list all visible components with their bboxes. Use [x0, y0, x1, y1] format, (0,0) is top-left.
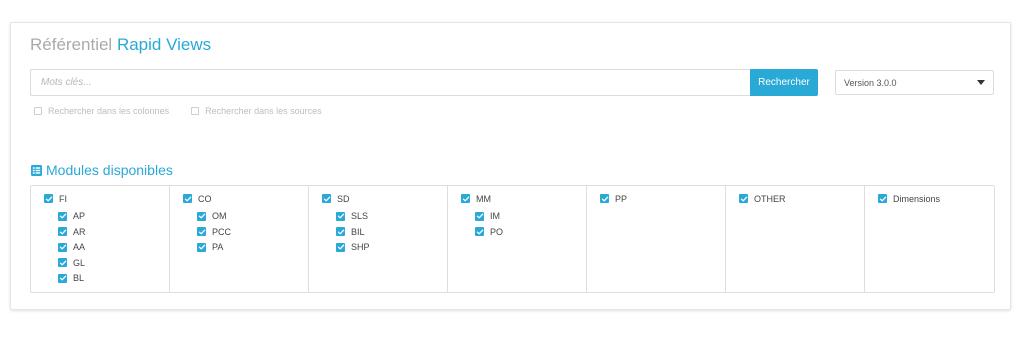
check-icon[interactable] [58, 227, 67, 237]
module-label: PP [615, 193, 628, 204]
search-options: Rechercher dans les colonnes Rechercher … [34, 106, 322, 116]
module-item-checkbox[interactable]: BIL [309, 224, 447, 240]
search-bar: Rechercher [30, 69, 819, 96]
check-icon[interactable] [44, 194, 53, 204]
list-icon [31, 164, 42, 176]
check-icon[interactable] [739, 194, 748, 204]
modules-heading: Modules disponibles [31, 162, 173, 178]
module-item-checkbox[interactable]: OM [170, 209, 308, 225]
module-item-checkbox[interactable]: PO [448, 224, 586, 240]
module-label: PCC [212, 226, 232, 237]
page-title-main: Rapid Views [116, 35, 212, 54]
version-select-value: Version 3.0.0 [844, 77, 897, 88]
module-item-checkbox[interactable]: SHP [309, 240, 447, 256]
module-label: AR [73, 226, 86, 237]
module-label: Dimensions [893, 193, 941, 204]
module-group-checkbox[interactable]: FI [31, 191, 169, 207]
search-button[interactable]: Rechercher [750, 69, 818, 96]
module-item-checkbox[interactable]: AA [31, 240, 169, 256]
search-columns-option[interactable]: Rechercher dans les colonnes [34, 106, 169, 116]
check-icon[interactable] [322, 194, 331, 204]
module-column: Dimensions [865, 186, 994, 292]
check-icon[interactable] [58, 258, 67, 268]
module-column: SD SLS BIL SHP [309, 186, 448, 292]
module-label: CO [198, 193, 212, 204]
module-group-checkbox[interactable]: SD [309, 191, 447, 207]
module-label: OTHER [754, 193, 786, 204]
check-icon[interactable] [336, 211, 345, 221]
check-icon[interactable] [336, 227, 345, 237]
module-column: OTHER [726, 186, 865, 292]
module-label: BL [73, 273, 85, 284]
check-icon[interactable] [475, 227, 484, 237]
module-item-checkbox[interactable]: AR [31, 224, 169, 240]
check-icon[interactable] [197, 211, 206, 221]
module-label: PO [490, 226, 504, 237]
module-group-checkbox[interactable]: OTHER [726, 191, 864, 207]
search-sources-checkbox[interactable] [191, 107, 200, 115]
module-label: SD [337, 193, 350, 204]
modules-title: Modules disponibles [46, 162, 173, 178]
module-column: PP [587, 186, 726, 292]
check-icon[interactable] [336, 242, 345, 252]
module-item-checkbox[interactable]: GL [31, 255, 169, 271]
module-item-checkbox[interactable]: AP [31, 209, 169, 225]
module-group-checkbox[interactable]: CO [170, 191, 308, 207]
module-label: OM [212, 211, 227, 222]
chevron-down-icon [977, 80, 985, 85]
module-column: FI AP AR AA GL BL [31, 186, 170, 292]
check-icon[interactable] [475, 211, 484, 221]
modules-grid: FI AP AR AA GL BL CO OM PCC PA SD SLS BIL SHP MM IM PO PP… [30, 185, 995, 293]
module-column: MM IM PO [448, 186, 587, 292]
module-label: MM [476, 193, 491, 204]
search-sources-label: Rechercher dans les sources [205, 106, 322, 116]
module-label: SHP [351, 242, 370, 253]
check-icon[interactable] [183, 194, 192, 204]
module-item-checkbox[interactable]: BL [31, 271, 169, 287]
search-input[interactable] [30, 69, 750, 96]
referential-card: Référentiel Rapid Views Rechercher Versi… [10, 22, 1011, 310]
page-title-prefix: Référentiel [30, 35, 113, 54]
search-columns-label: Rechercher dans les colonnes [48, 106, 170, 116]
search-columns-checkbox[interactable] [34, 107, 42, 115]
module-group-checkbox[interactable]: PP [587, 191, 725, 207]
module-label: BIL [351, 226, 365, 237]
module-label: PA [212, 242, 224, 253]
module-group-checkbox[interactable]: Dimensions [865, 191, 994, 207]
module-label: AP [73, 211, 86, 222]
page-title: Référentiel Rapid Views [30, 35, 211, 55]
check-icon[interactable] [58, 242, 67, 252]
module-label: AA [73, 242, 86, 253]
module-item-checkbox[interactable]: SLS [309, 209, 447, 225]
module-label: FI [59, 193, 67, 204]
module-label: GL [73, 257, 86, 268]
module-label: SLS [351, 211, 369, 222]
version-select[interactable]: Version 3.0.0 [835, 70, 994, 95]
module-label: IM [490, 211, 500, 222]
module-group-checkbox[interactable]: MM [448, 191, 586, 207]
check-icon[interactable] [197, 227, 206, 237]
module-item-checkbox[interactable]: IM [448, 209, 586, 225]
module-item-checkbox[interactable]: PA [170, 240, 308, 256]
module-column: CO OM PCC PA [170, 186, 309, 292]
check-icon[interactable] [197, 242, 206, 252]
search-sources-option[interactable]: Rechercher dans les sources [191, 106, 322, 116]
check-icon[interactable] [58, 211, 67, 221]
check-icon[interactable] [461, 194, 470, 204]
check-icon[interactable] [600, 194, 609, 204]
module-item-checkbox[interactable]: PCC [170, 224, 308, 240]
check-icon[interactable] [878, 194, 887, 204]
check-icon[interactable] [58, 273, 67, 283]
